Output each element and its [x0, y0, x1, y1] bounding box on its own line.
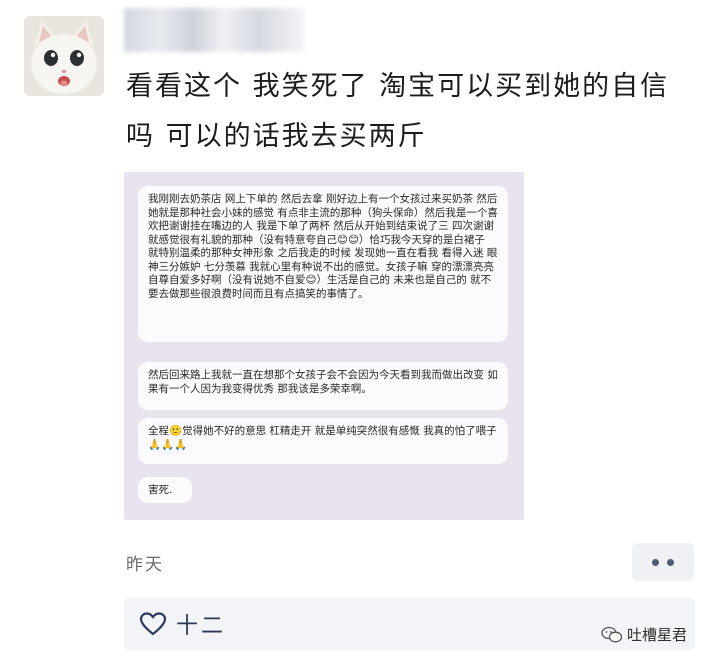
more-options-button[interactable]: [632, 543, 694, 581]
username-blurred: [124, 8, 304, 52]
chat-message: 我刚刚去奶茶店 网上下单的 然后去拿 刚好边上有一个女孩过来买奶茶 然后她就是那…: [138, 186, 508, 342]
more-dots-icon: [652, 558, 659, 566]
chat-message: 然后回来路上我就一直在想那个女孩子会不会因为今天看到我而做出改变 如果有一个人因…: [138, 362, 508, 410]
likes-count: 十二: [176, 614, 227, 639]
watermark: 吐槽星君: [601, 624, 687, 645]
avatar[interactable]: [24, 16, 104, 96]
more-dots-icon: [667, 558, 674, 566]
chat-message: 害死.: [138, 477, 192, 503]
watermark-text: 吐槽星君: [626, 626, 687, 644]
post-text: 看看这个 我笑死了 淘宝可以买到她的自信吗 可以的话我去买两斤: [126, 71, 670, 152]
cat-avatar-icon: [24, 16, 104, 96]
post-time: 昨天: [126, 555, 164, 575]
attached-screenshot[interactable]: 我刚刚去奶茶店 网上下单的 然后去拿 刚好边上有一个女孩过来买奶茶 然后她就是那…: [124, 172, 524, 520]
heart-icon[interactable]: [140, 612, 166, 636]
wechat-icon: [601, 626, 623, 642]
chat-message: 全程🙂觉得她不好的意思 杠精走开 就是单纯突然很有感慨 我真的怕了喂子🙏🙏🙏: [138, 418, 508, 464]
